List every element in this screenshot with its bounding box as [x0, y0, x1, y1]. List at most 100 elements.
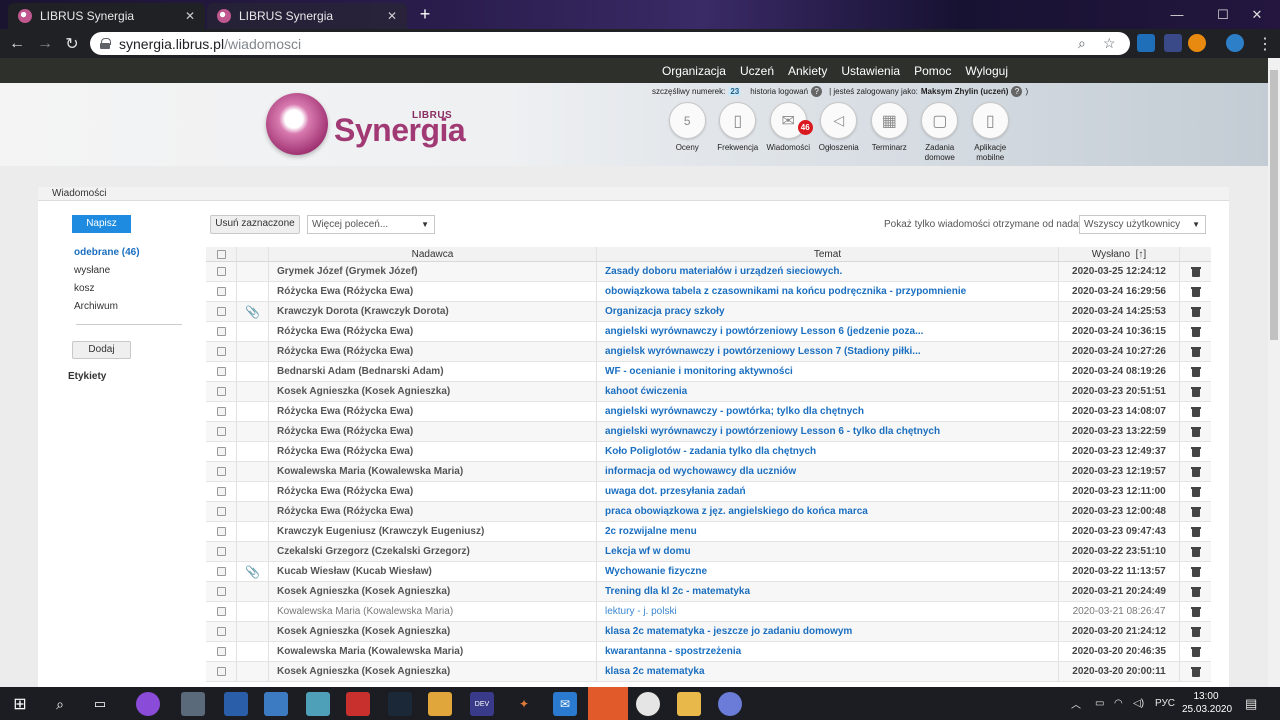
bookmark-star-icon[interactable]: ☆ — [1103, 35, 1116, 52]
folder-sent[interactable]: wysłane — [74, 264, 140, 282]
subject-link[interactable]: Wychowanie fizyczne — [605, 566, 707, 577]
browser-tab-1[interactable]: LIBRUS Synergia ✕ — [8, 3, 205, 29]
row-checkbox[interactable] — [216, 487, 226, 496]
delete-cell[interactable] — [1180, 602, 1211, 621]
nav-wyloguj[interactable]: Wyloguj — [965, 64, 1008, 78]
row-checkbox[interactable] — [216, 267, 226, 276]
subject-cell[interactable]: angielski wyrównawczy i powtórzeniowy Le… — [597, 322, 1059, 341]
help-question-icon[interactable]: ? — [811, 86, 823, 97]
sort-marker[interactable]: [↑] — [1136, 249, 1147, 260]
sender-filter-select[interactable]: Wszyscy użytkownicy ▼ — [1079, 215, 1206, 234]
extension-player-icon[interactable] — [1188, 34, 1206, 52]
row-checkbox[interactable] — [216, 567, 226, 576]
trash-icon[interactable] — [1190, 386, 1201, 397]
row-checkbox[interactable] — [216, 407, 226, 416]
url-field[interactable]: synergia.librus.pl/wiadomosci ⌕ ☆ — [90, 32, 1130, 55]
extension-adblock-icon[interactable] — [1164, 34, 1182, 52]
clock[interactable]: 13:00 25.03.2020 — [1182, 690, 1232, 716]
delete-cell[interactable] — [1180, 402, 1211, 421]
subject-cell[interactable]: angielsk wyrównawczy i powtórzeniowy Les… — [597, 342, 1059, 361]
subject-cell[interactable]: Zasady doboru materiałów i urządzeń siec… — [597, 262, 1059, 281]
table-row[interactable]: Kosek Agnieszka (Kosek Agnieszka) klasa 2… — [206, 662, 1211, 682]
compose-button[interactable]: Napisz — [72, 215, 131, 233]
row-checkbox[interactable] — [216, 607, 226, 616]
subject-cell[interactable]: angielski wyrównawczy - powtórka; tylko … — [597, 402, 1059, 421]
delete-cell[interactable] — [1180, 622, 1211, 641]
trash-icon[interactable] — [1190, 626, 1201, 637]
delete-cell[interactable] — [1180, 502, 1211, 521]
input-language[interactable]: РУС — [1155, 687, 1175, 720]
table-row[interactable]: Różycka Ewa (Różycka Ewa) praca obowiązko… — [206, 502, 1211, 522]
table-row[interactable]: Różycka Ewa (Różycka Ewa) angielski wyrów… — [206, 422, 1211, 442]
task-view-icon[interactable]: ▭ — [88, 692, 112, 716]
delete-cell[interactable] — [1180, 542, 1211, 561]
sender-cell[interactable]: Kowalewska Maria (Kowalewska Maria) — [269, 602, 597, 621]
trash-icon[interactable] — [1190, 646, 1201, 657]
module-aplikacje-mobilne[interactable]: ▯ Aplikacje mobilne — [965, 102, 1016, 163]
subject-header[interactable]: Temat — [597, 247, 1059, 261]
trash-icon[interactable] — [1190, 266, 1201, 277]
subject-link[interactable]: lektury - j. polski — [605, 606, 677, 617]
trash-icon[interactable] — [1190, 586, 1201, 597]
add-label-button[interactable]: Dodaj — [72, 341, 131, 359]
zoom-search-icon[interactable]: ⌕ — [1078, 35, 1086, 52]
trash-icon[interactable] — [1190, 286, 1201, 297]
table-row[interactable]: Kowalewska Maria (Kowalewska Maria) kwara… — [206, 642, 1211, 662]
trash-icon[interactable] — [1190, 306, 1201, 317]
row-checkbox[interactable] — [216, 507, 226, 516]
sender-cell[interactable]: Kosek Agnieszka (Kosek Agnieszka) — [269, 622, 597, 641]
volume-icon[interactable]: ◁) — [1133, 687, 1144, 720]
row-checkbox[interactable] — [216, 347, 226, 356]
delete-cell[interactable] — [1180, 482, 1211, 501]
subject-cell[interactable]: Organizacja pracy szkoły — [597, 302, 1059, 321]
module-terminarz[interactable]: ▦ Terminarz — [864, 102, 915, 163]
app-icon[interactable] — [264, 692, 288, 716]
sent-header[interactable]: Wysłano [↑] — [1059, 247, 1180, 261]
row-checkbox[interactable] — [216, 387, 226, 396]
subject-cell[interactable]: angielski wyrównawczy i powtórzeniowy Le… — [597, 422, 1059, 441]
sender-cell[interactable]: Kowalewska Maria (Kowalewska Maria) — [269, 642, 597, 661]
delete-cell[interactable] — [1180, 462, 1211, 481]
sender-cell[interactable]: Różycka Ewa (Różycka Ewa) — [269, 322, 597, 341]
trash-icon[interactable] — [1190, 446, 1201, 457]
delete-cell[interactable] — [1180, 302, 1211, 321]
folder-archive[interactable]: Archiwum — [74, 300, 140, 318]
subject-cell[interactable]: 2c rozwijalne menu — [597, 522, 1059, 541]
back-arrow-icon[interactable]: ← — [6, 33, 28, 55]
subject-cell[interactable]: Wychowanie fizyczne — [597, 562, 1059, 581]
trash-icon[interactable] — [1190, 426, 1201, 437]
browser-tab-2[interactable]: LIBRUS Synergia ✕ — [207, 3, 407, 29]
app-icon[interactable] — [346, 692, 370, 716]
delete-cell[interactable] — [1180, 662, 1211, 681]
subject-link[interactable]: Koło Poliglotów - zadania tylko dla chęt… — [605, 446, 816, 457]
row-checkbox[interactable] — [216, 447, 226, 456]
table-row[interactable]: Kowalewska Maria (Kowalewska Maria) infor… — [206, 462, 1211, 482]
sender-cell[interactable]: Grymek Józef (Grymek Józef) — [269, 262, 597, 281]
table-row[interactable]: Różycka Ewa (Różycka Ewa) uwaga dot. prze… — [206, 482, 1211, 502]
profile-avatar[interactable] — [1226, 34, 1244, 52]
table-row[interactable]: Różycka Ewa (Różycka Ewa) angielski wyrów… — [206, 402, 1211, 422]
delete-cell[interactable] — [1180, 382, 1211, 401]
app-icon[interactable] — [181, 692, 205, 716]
subject-link[interactable]: klasa 2c matematyka — [605, 666, 705, 677]
mail-icon[interactable]: ✉ — [553, 692, 577, 716]
row-checkbox[interactable] — [216, 327, 226, 336]
trash-icon[interactable] — [1190, 546, 1201, 557]
table-row[interactable]: Kosek Agnieszka (Kosek Agnieszka) Trening… — [206, 582, 1211, 602]
delete-cell[interactable] — [1180, 442, 1211, 461]
sender-cell[interactable]: Kosek Agnieszka (Kosek Agnieszka) — [269, 582, 597, 601]
battery-icon[interactable]: ▭ — [1095, 687, 1104, 720]
scrollbar-thumb[interactable] — [1270, 70, 1278, 340]
subject-link[interactable]: angielski wyrównawczy i powtórzeniowy Le… — [605, 426, 940, 437]
trash-icon[interactable] — [1190, 606, 1201, 617]
subject-link[interactable]: praca obowiązkowa z jęz. angielskiego do… — [605, 506, 868, 517]
trash-icon[interactable] — [1190, 506, 1201, 517]
table-row[interactable]: Grymek Józef (Grymek Józef) Zasady doboru… — [206, 262, 1211, 282]
subject-link[interactable]: WF - ocenianie i monitoring aktywności — [605, 366, 793, 377]
subject-cell[interactable]: klasa 2c matematyka — [597, 662, 1059, 681]
row-checkbox[interactable] — [216, 547, 226, 556]
subject-cell[interactable]: Lekcja wf w domu — [597, 542, 1059, 561]
row-checkbox[interactable] — [216, 287, 226, 296]
delete-cell[interactable] — [1180, 642, 1211, 661]
subject-link[interactable]: Organizacja pracy szkoły — [605, 306, 725, 317]
